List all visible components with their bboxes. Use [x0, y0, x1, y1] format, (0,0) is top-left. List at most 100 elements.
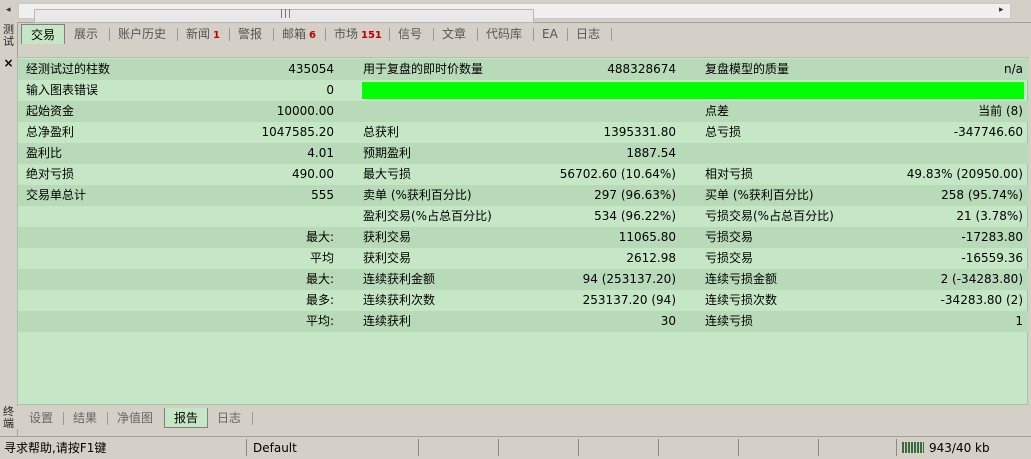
- gross-loss-value: -347746.60: [953, 125, 1023, 139]
- scroll-right-icon[interactable]: ▸: [999, 5, 1004, 15]
- tab-report[interactable]: 报告: [164, 408, 208, 428]
- most-label: 最多:: [305, 293, 334, 307]
- profit-factor-label: 盈利比: [26, 146, 63, 160]
- max-consec-losses-count-value: -34283.80 (2): [940, 293, 1023, 307]
- gross-loss-label: 总亏损: [705, 125, 742, 139]
- traffic-text: 943/40 kb: [929, 441, 990, 455]
- scroll-left-icon[interactable]: ◂: [6, 5, 11, 15]
- gross-profit-label: 总获利: [363, 125, 400, 139]
- max-consec-losses-money-label: 连续亏损金额: [705, 272, 778, 286]
- tab-account-history[interactable]: 账户历史: [118, 24, 166, 44]
- help-text: 寻求帮助,请按F1键: [4, 441, 107, 455]
- chart-errors-label: 输入图表错误: [26, 83, 99, 97]
- max-drawdown-value: 56702.60 (10.64%): [559, 167, 676, 181]
- tab-exposure[interactable]: 展示: [74, 24, 98, 44]
- avg-consec-wins-value: 30: [660, 314, 676, 328]
- profit-trades-label: 盈利交易(%占总百分比): [363, 209, 492, 223]
- table-row: 起始资金 10000.00 点差 当前 (8): [18, 101, 1028, 122]
- abs-drawdown-label: 绝对亏损: [26, 167, 75, 181]
- top-tab-bar: 交易 展示 账户历史 新闻 1 警报 邮箱 6 市场 151 信号 文章 代码库 EA…: [17, 24, 1031, 46]
- largest-profit-label: 获利交易: [363, 230, 412, 244]
- bottom-tab-bar: 设置 结果 净值图 报告 日志: [17, 406, 1031, 429]
- tab-codebase[interactable]: 代码库: [486, 24, 522, 44]
- tab-articles[interactable]: 文章: [442, 24, 466, 44]
- max-consec-losses-count-label: 连续亏损次数: [705, 293, 778, 307]
- strip-label-bottom: 终端: [3, 405, 14, 430]
- close-icon[interactable]: ×: [2, 57, 15, 70]
- avg-label: 平均:: [305, 314, 334, 328]
- initial-deposit-value: 10000.00: [276, 104, 334, 118]
- traffic-meter-icon: [902, 442, 924, 453]
- largest-loss-label: 亏损交易: [705, 230, 754, 244]
- left-strip: 测试 终端: [0, 22, 18, 436]
- table-row: 经测试过的柱数 435054 用于复盘的即时价数量 488328674 复盘模型…: [18, 59, 1028, 80]
- largest-profit-value: 11065.80: [618, 230, 676, 244]
- rel-drawdown-value: 49.83% (20950.00): [906, 167, 1023, 181]
- net-profit-label: 总净盈利: [26, 125, 75, 139]
- model-quality-value: n/a: [1003, 62, 1023, 76]
- average-profit-value: 2612.98: [626, 251, 676, 265]
- loss-trades-label: 亏损交易(%占总百分比): [705, 209, 834, 223]
- table-row: 交易单总计 555 卖单 (%获利百分比) 297 (96.63%) 买单 (%…: [18, 185, 1028, 206]
- max-consec-wins-money-label: 连续获利金额: [363, 272, 436, 286]
- long-positions-label: 买单 (%获利百分比): [705, 188, 814, 202]
- rel-drawdown-label: 相对亏损: [705, 167, 754, 181]
- table-row: 绝对亏损 490.00 最大亏损 56702.60 (10.64%) 相对亏损 …: [18, 164, 1028, 185]
- ticks-label: 用于复盘的即时价数量: [363, 62, 484, 76]
- abs-drawdown-value: 490.00: [292, 167, 334, 181]
- status-bar: 寻求帮助,请按F1键 Default 943/40 kb: [0, 436, 1031, 459]
- table-row: 盈利交易(%占总百分比) 534 (96.22%) 亏损交易(%占总百分比) 2…: [18, 206, 1028, 227]
- avg-consec-losses-label: 连续亏损: [705, 314, 754, 328]
- total-trades-label: 交易单总计: [26, 188, 87, 202]
- short-positions-value: 297 (96.63%): [594, 188, 676, 202]
- profile-name: Default: [253, 441, 297, 455]
- largest-loss-value: -17283.80: [961, 230, 1023, 244]
- table-row: 总净盈利 1047585.20 总获利 1395331.80 总亏损 -3477…: [18, 122, 1028, 143]
- max-consec-wins-count-value: 253137.20 (94): [582, 293, 676, 307]
- avg-consec-wins-label: 连续获利: [363, 314, 412, 328]
- profit-trades-value: 534 (96.22%): [594, 209, 676, 223]
- max-label: 最大:: [305, 272, 334, 286]
- loss-trades-value: 21 (3.78%): [956, 209, 1023, 223]
- scroll-grip-icon: |||: [280, 9, 293, 19]
- chart-errors-value: 0: [326, 83, 334, 97]
- tab-settings[interactable]: 设置: [29, 408, 53, 428]
- max-consec-wins-count-label: 连续获利次数: [363, 293, 436, 307]
- table-row: 平均 获利交易 2612.98 亏损交易 -16559.36: [18, 248, 1028, 269]
- table-row: 最大: 获利交易 11065.80 亏损交易 -17283.80: [18, 227, 1028, 248]
- tab-ea[interactable]: EA: [542, 24, 558, 44]
- expected-payoff-value: 1887.54: [626, 146, 676, 160]
- tab-journal[interactable]: 日志: [576, 24, 600, 44]
- table-row: 最多: 连续获利次数 253137.20 (94) 连续亏损次数 -34283.…: [18, 290, 1028, 311]
- tab-equity-graph[interactable]: 净值图: [117, 408, 153, 428]
- strip-label-top: 测试: [3, 23, 14, 48]
- tab-market[interactable]: 市场 151: [334, 24, 382, 44]
- tab-news[interactable]: 新闻 1: [186, 24, 220, 44]
- profit-factor-value: 4.01: [307, 146, 334, 160]
- tab-mailbox[interactable]: 邮箱 6: [282, 24, 316, 44]
- short-positions-label: 卖单 (%获利百分比): [363, 188, 472, 202]
- tab-tester-journal[interactable]: 日志: [217, 408, 241, 428]
- ticks-value: 488328674: [607, 62, 676, 76]
- model-quality-label: 复盘模型的质量: [705, 62, 790, 76]
- max-consec-wins-money-value: 94 (253137.20): [582, 272, 676, 286]
- average-profit-label: 获利交易: [363, 251, 412, 265]
- long-positions-value: 258 (95.74%): [941, 188, 1023, 202]
- table-row: 最大: 连续获利金额 94 (253137.20) 连续亏损金额 2 (-342…: [18, 269, 1028, 290]
- tab-alerts[interactable]: 警报: [238, 24, 262, 44]
- average-label: 平均: [309, 251, 334, 265]
- initial-deposit-label: 起始资金: [26, 104, 75, 118]
- average-loss-value: -16559.36: [961, 251, 1023, 265]
- spread-label: 点差: [705, 104, 730, 118]
- gross-profit-value: 1395331.80: [603, 125, 676, 139]
- model-quality-bar: [362, 82, 1024, 99]
- tab-results[interactable]: 结果: [73, 408, 97, 428]
- table-row: 输入图表错误 0: [18, 80, 1028, 101]
- table-row: 盈利比 4.01 预期盈利 1887.54: [18, 143, 1028, 164]
- news-badge: 1: [213, 30, 220, 41]
- largest-label: 最大:: [305, 230, 334, 244]
- tab-trade[interactable]: 交易: [21, 24, 65, 44]
- bars-tested-label: 经测试过的柱数: [26, 62, 111, 76]
- horizontal-scrollbar[interactable]: ◂ ||| ▸: [0, 0, 1031, 23]
- tab-signals[interactable]: 信号: [398, 24, 422, 44]
